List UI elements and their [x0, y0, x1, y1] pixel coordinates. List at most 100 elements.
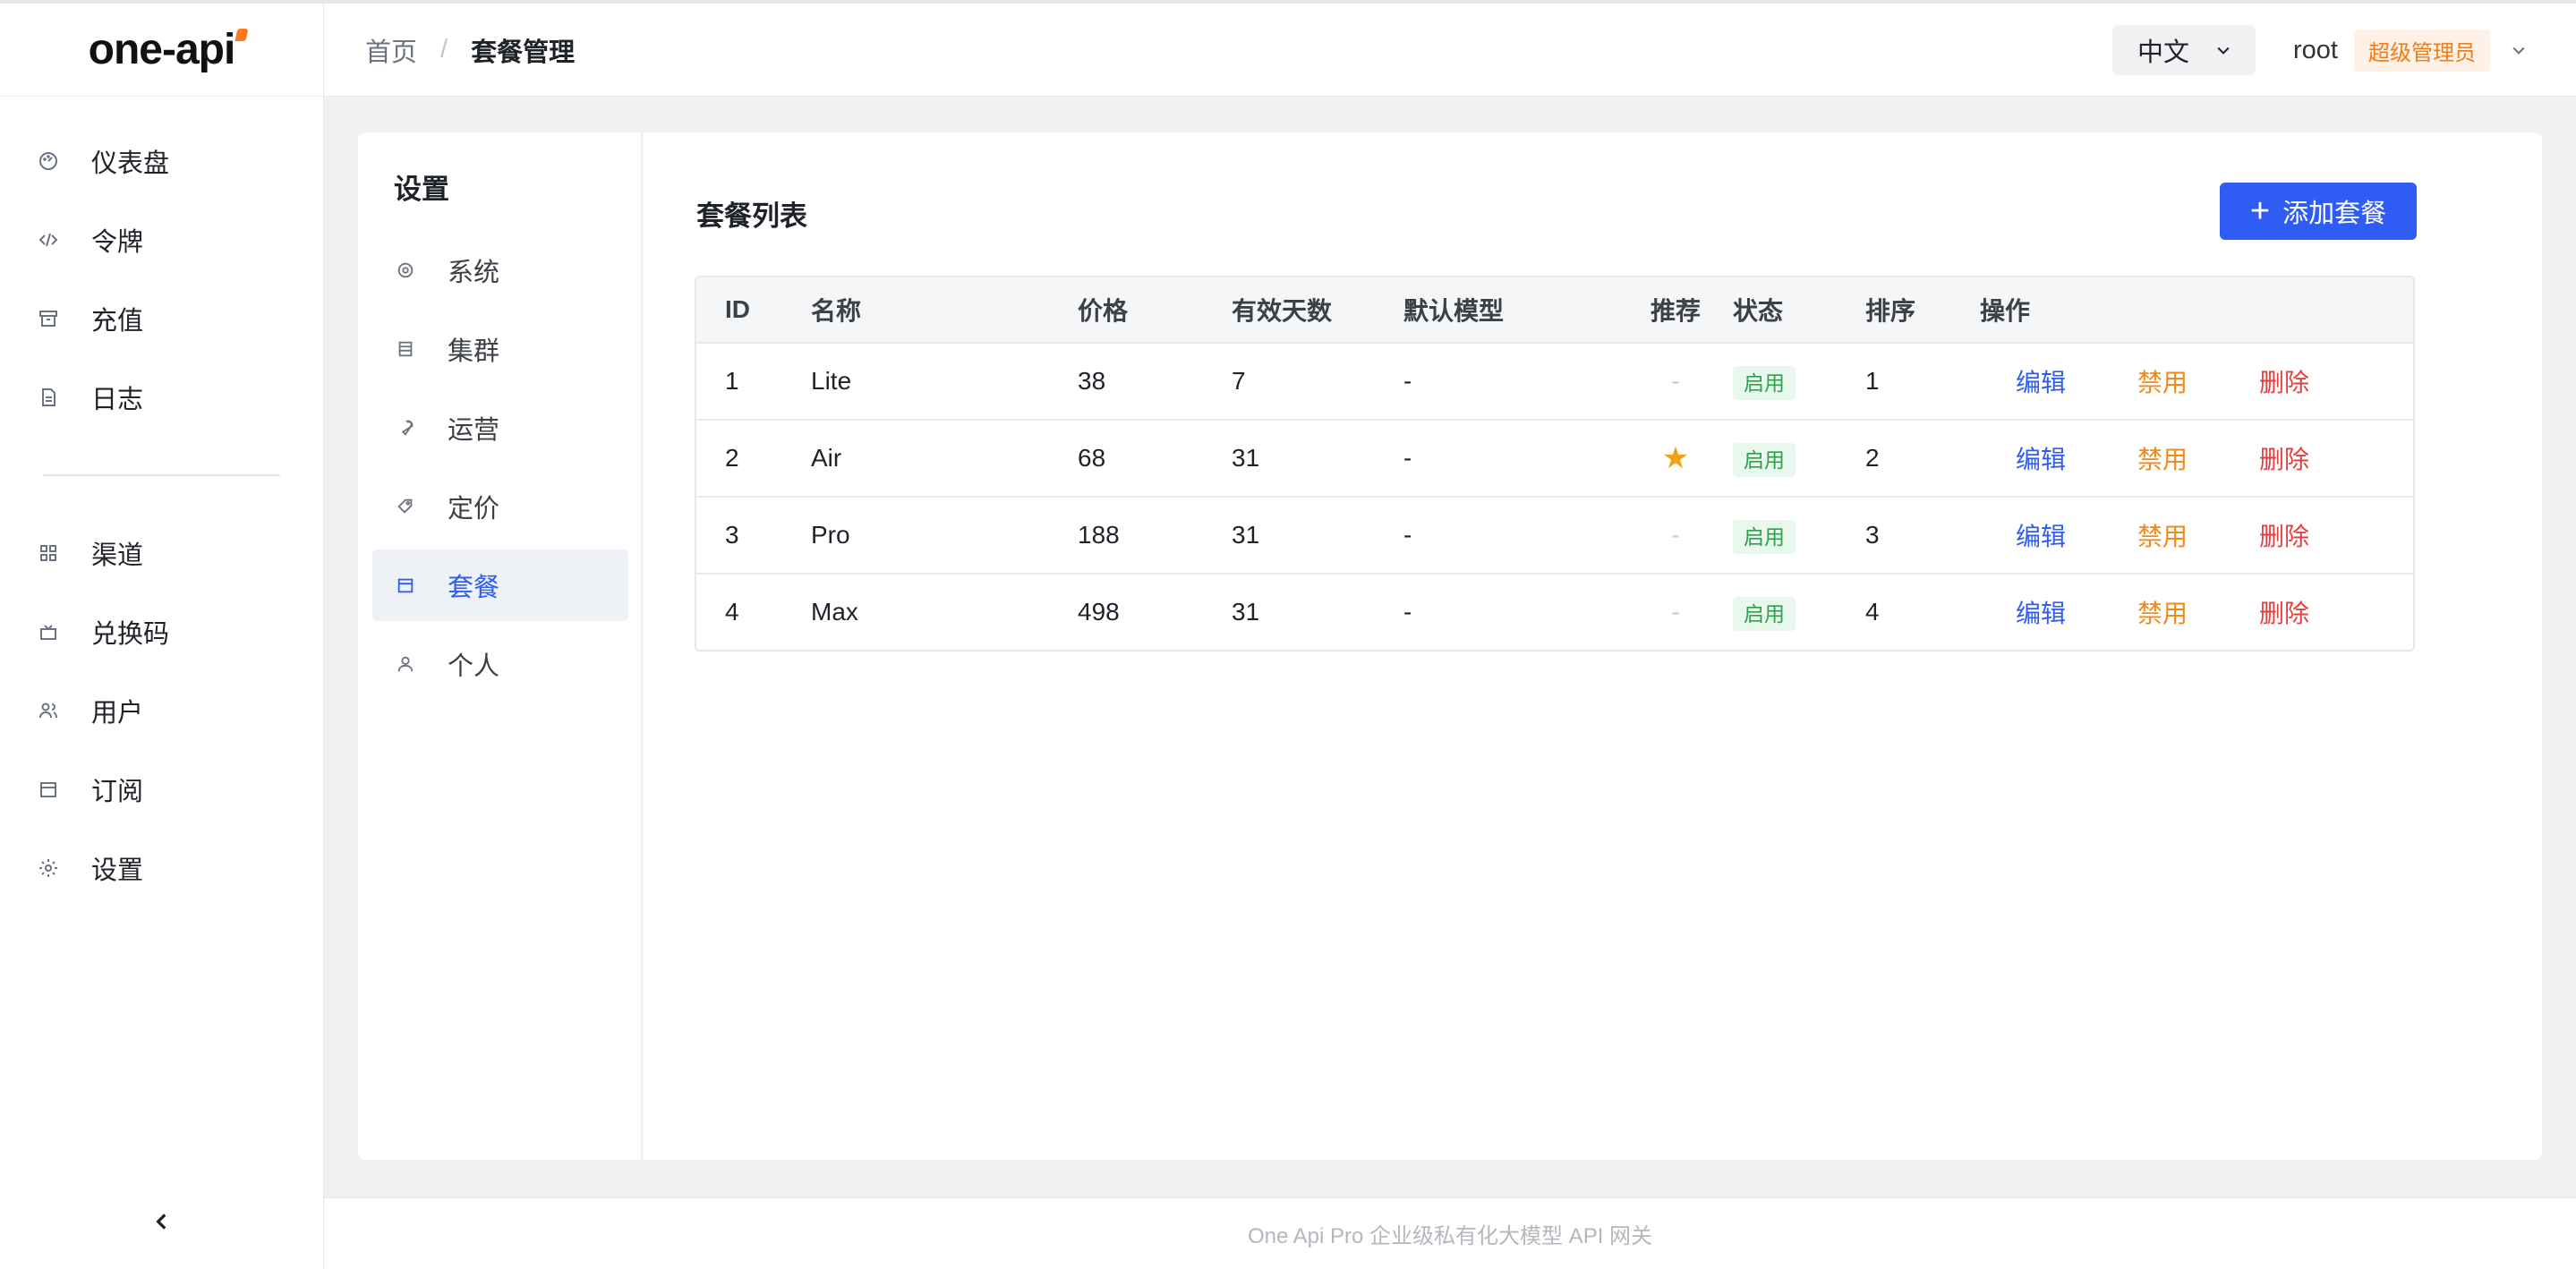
- sidebar-item-redeem[interactable]: 兑换码: [0, 592, 323, 671]
- cell-order: 4: [1865, 598, 1880, 626]
- cell-days: 7: [1232, 367, 1246, 395]
- grid-icon: [38, 542, 59, 564]
- archive-icon: [38, 308, 59, 329]
- settings-item-label: 套餐: [448, 574, 500, 602]
- top-header: 首页 / 套餐管理 中文 root 超级管理员: [324, 4, 2576, 97]
- code-icon: [38, 229, 59, 251]
- user-menu[interactable]: root 超级管理员: [2293, 25, 2528, 75]
- cell-recommended: -: [1671, 521, 1680, 549]
- chevron-down-icon: [2217, 47, 2230, 55]
- cell-price: 498: [1078, 598, 1120, 626]
- col-ops: 操作: [1980, 297, 2031, 325]
- cell-name: Air: [811, 444, 842, 472]
- dashboard-icon: [38, 150, 59, 172]
- sidebar-item-dashboard[interactable]: 仪表盘: [0, 122, 323, 200]
- plus-icon: +: [2249, 192, 2271, 230]
- cell-price: 38: [1078, 367, 1106, 395]
- delete-button[interactable]: 删除: [2223, 440, 2345, 476]
- breadcrumb-separator: /: [440, 35, 448, 64]
- cell-id: 4: [725, 598, 739, 626]
- cell-model: -: [1403, 367, 1412, 395]
- col-name: 名称: [811, 297, 862, 325]
- sidebar-item-label: 用户: [91, 699, 144, 728]
- sidebar-item-tokens[interactable]: 令牌: [0, 200, 323, 279]
- tag-icon: [396, 497, 415, 516]
- logo[interactable]: one-api: [0, 4, 323, 97]
- cell-name: Pro: [811, 521, 850, 549]
- settings-item-label: 系统: [448, 259, 500, 287]
- delete-button[interactable]: 删除: [2223, 517, 2345, 553]
- cell-order: 2: [1865, 444, 1880, 472]
- calendar-icon: [396, 575, 415, 595]
- settings-item-label: 个人: [448, 652, 500, 681]
- table-header: ID 名称 价格 有效天数 默认模型 推荐 状态 排序 操作: [696, 277, 2413, 342]
- settings-item-cluster[interactable]: 集群: [372, 313, 628, 385]
- settings-item-system[interactable]: 系统: [372, 234, 628, 306]
- footer: One Api Pro 企业级私有化大模型 API 网关: [324, 1197, 2576, 1269]
- add-plan-button[interactable]: + 添加套餐: [2220, 183, 2417, 240]
- gear-icon: [396, 260, 415, 280]
- cell-id: 1: [725, 367, 739, 395]
- status-badge: 启用: [1733, 366, 1796, 400]
- edit-button[interactable]: 编辑: [1980, 363, 2102, 399]
- plans-list-title: 套餐列表: [696, 200, 807, 232]
- settings-item-label: 运营: [448, 416, 500, 445]
- breadcrumb-home[interactable]: 首页: [365, 31, 417, 69]
- cell-order: 1: [1865, 367, 1880, 395]
- sidebar-nav: 仪表盘 令牌 充值 日志 渠道 兑换码 用户 订阅 设置: [0, 97, 323, 907]
- disable-button[interactable]: 禁用: [2102, 440, 2223, 476]
- cell-days: 31: [1232, 444, 1260, 472]
- sidebar-item-logs[interactable]: 日志: [0, 358, 323, 437]
- cell-days: 31: [1232, 521, 1260, 549]
- sidebar-item-settings[interactable]: 设置: [0, 829, 323, 907]
- breadcrumb-current: 套餐管理: [471, 38, 576, 67]
- chevron-left-icon: [156, 1214, 166, 1230]
- settings-item-plans[interactable]: 套餐: [372, 549, 628, 621]
- sidebar-item-label: 令牌: [91, 228, 144, 257]
- delete-button[interactable]: 删除: [2223, 363, 2345, 399]
- cell-model: -: [1403, 598, 1412, 626]
- user-icon: [396, 654, 415, 674]
- status-badge: 启用: [1733, 520, 1796, 554]
- cell-price: 188: [1078, 521, 1120, 549]
- status-badge: 启用: [1733, 443, 1796, 477]
- delete-button[interactable]: 删除: [2223, 594, 2345, 630]
- col-status: 状态: [1733, 297, 1784, 325]
- cell-days: 31: [1232, 598, 1260, 626]
- cell-name: Lite: [811, 367, 852, 395]
- logo-text: one-api: [88, 26, 236, 73]
- edit-button[interactable]: 编辑: [1980, 440, 2102, 476]
- server-icon: [396, 339, 415, 359]
- disable-button[interactable]: 禁用: [2102, 517, 2223, 553]
- table-row: 3 Pro 188 31 - - 启用 3 编辑 禁用 删除: [696, 496, 2413, 573]
- language-value: 中文: [2137, 38, 2190, 67]
- sidebar-item-label: 充值: [91, 307, 144, 336]
- settings-menu: 系统 集群 运营 定价 套餐 个人: [372, 234, 628, 707]
- sidebar-item-label: 渠道: [91, 541, 144, 570]
- settings-item-label: 集群: [448, 337, 500, 366]
- cell-id: 2: [725, 444, 739, 472]
- disable-button[interactable]: 禁用: [2102, 594, 2223, 630]
- sidebar-item-subscriptions[interactable]: 订阅: [0, 750, 323, 829]
- col-recommended: 推荐: [1650, 297, 1701, 325]
- cell-model: -: [1403, 444, 1412, 472]
- calendar-icon: [38, 779, 59, 800]
- collapse-sidebar-button[interactable]: [0, 1199, 324, 1244]
- edit-button[interactable]: 编辑: [1980, 594, 2102, 630]
- col-price: 价格: [1078, 297, 1129, 325]
- cell-recommended: -: [1671, 367, 1680, 395]
- sidebar-item-label: 兑换码: [91, 620, 170, 649]
- sidebar-item-label: 订阅: [91, 778, 144, 806]
- language-select[interactable]: 中文: [2112, 25, 2256, 75]
- disable-button[interactable]: 禁用: [2102, 363, 2223, 399]
- sidebar-item-channels[interactable]: 渠道: [0, 514, 323, 592]
- settings-item-pricing[interactable]: 定价: [372, 471, 628, 542]
- sidebar-item-topup[interactable]: 充值: [0, 279, 323, 358]
- sidebar-item-users[interactable]: 用户: [0, 671, 323, 750]
- edit-button[interactable]: 编辑: [1980, 517, 2102, 553]
- cell-recommended: -: [1671, 598, 1680, 626]
- cell-price: 68: [1078, 444, 1106, 472]
- settings-item-personal[interactable]: 个人: [372, 628, 628, 700]
- settings-item-label: 定价: [448, 495, 500, 524]
- settings-item-operations[interactable]: 运营: [372, 392, 628, 464]
